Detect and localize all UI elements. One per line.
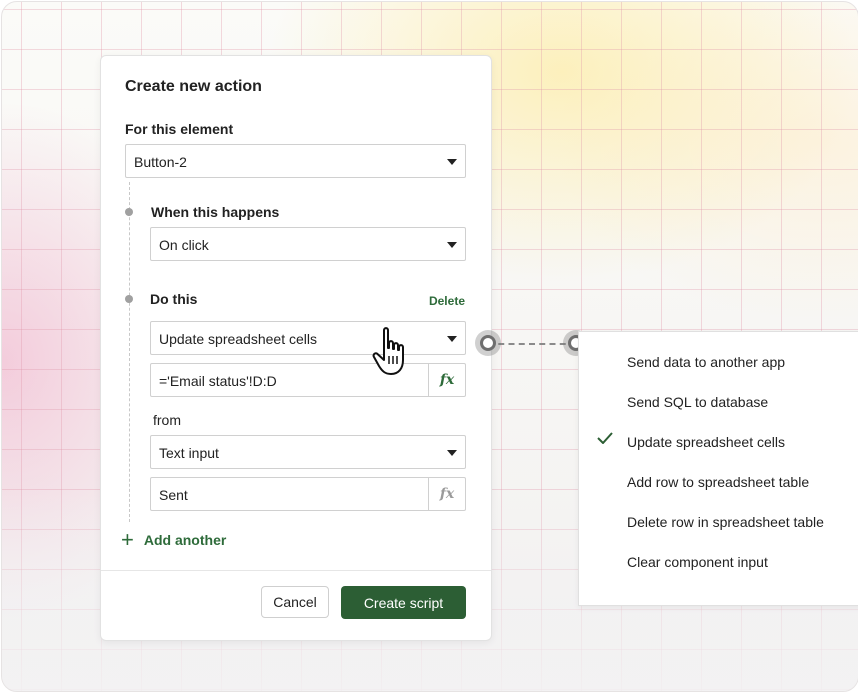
canvas: Create new action For this element Butto… <box>1 1 858 692</box>
menu-item[interactable]: Send data to another app <box>627 354 785 370</box>
value-field-text: Sent <box>159 487 188 503</box>
value-field[interactable]: Sent fx <box>150 477 466 511</box>
panel-title: Create new action <box>125 78 262 95</box>
menu-item[interactable]: Delete row in spreadsheet table <box>627 514 824 530</box>
check-icon <box>597 432 613 444</box>
element-select[interactable]: Button-2 <box>125 144 466 178</box>
trigger-select[interactable]: On click <box>150 227 466 261</box>
footer-divider <box>101 570 491 571</box>
formula-value: ='Email status'!D:D <box>159 373 277 389</box>
from-label: from <box>153 412 181 428</box>
delete-link[interactable]: Delete <box>429 294 465 308</box>
trigger-select-value: On click <box>159 237 209 253</box>
connector-node-icon <box>475 330 501 356</box>
cancel-button[interactable]: Cancel <box>261 586 329 618</box>
action-select[interactable]: Update spreadsheet cells <box>150 321 466 355</box>
chevron-down-icon <box>447 242 457 248</box>
element-select-value: Button-2 <box>134 154 187 170</box>
fx-icon[interactable]: fx <box>428 478 465 510</box>
step-dot <box>125 208 133 216</box>
formula-field[interactable]: ='Email status'!D:D fx <box>150 363 466 397</box>
source-select[interactable]: Text input <box>150 435 466 469</box>
plus-icon: + <box>121 527 134 552</box>
fx-icon[interactable]: fx <box>428 364 465 396</box>
step-dot <box>125 295 133 303</box>
add-another-label: Add another <box>143 532 227 548</box>
chevron-down-icon <box>447 336 457 342</box>
do-label: Do this <box>150 291 198 307</box>
action-select-value: Update spreadsheet cells <box>159 331 317 347</box>
source-select-value: Text input <box>159 445 219 461</box>
create-script-button[interactable]: Create script <box>341 586 466 619</box>
add-another-button[interactable]: + Add another <box>121 527 227 552</box>
menu-item[interactable]: Clear component input <box>627 554 768 570</box>
chevron-down-icon <box>447 159 457 165</box>
chevron-down-icon <box>447 450 457 456</box>
element-label: For this element <box>125 121 234 137</box>
action-dropdown-menu: Send data to another app Send SQL to dat… <box>578 331 858 606</box>
create-action-panel: Create new action For this element Butto… <box>100 55 492 641</box>
hand-cursor-icon <box>372 327 404 375</box>
menu-item-selected[interactable]: Update spreadsheet cells <box>627 434 785 450</box>
step-connector-line <box>129 182 130 522</box>
when-label: When this happens <box>151 204 280 220</box>
menu-item[interactable]: Add row to spreadsheet table <box>627 474 809 490</box>
menu-item[interactable]: Send SQL to database <box>627 394 768 410</box>
